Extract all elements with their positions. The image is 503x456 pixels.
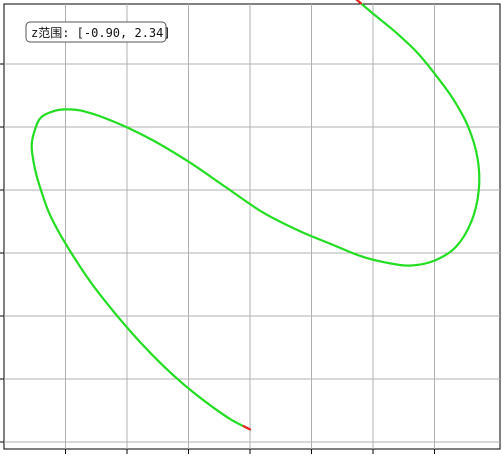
end-marker (355, 0, 363, 5)
plot-frame (3, 3, 501, 450)
z-range-annotation: z范围: [-0.90, 2.34] (25, 21, 171, 43)
annotation-text: z范围: [-0.90, 2.34] (31, 26, 171, 40)
chart: z范围: [-0.90, 2.34] (0, 0, 501, 454)
